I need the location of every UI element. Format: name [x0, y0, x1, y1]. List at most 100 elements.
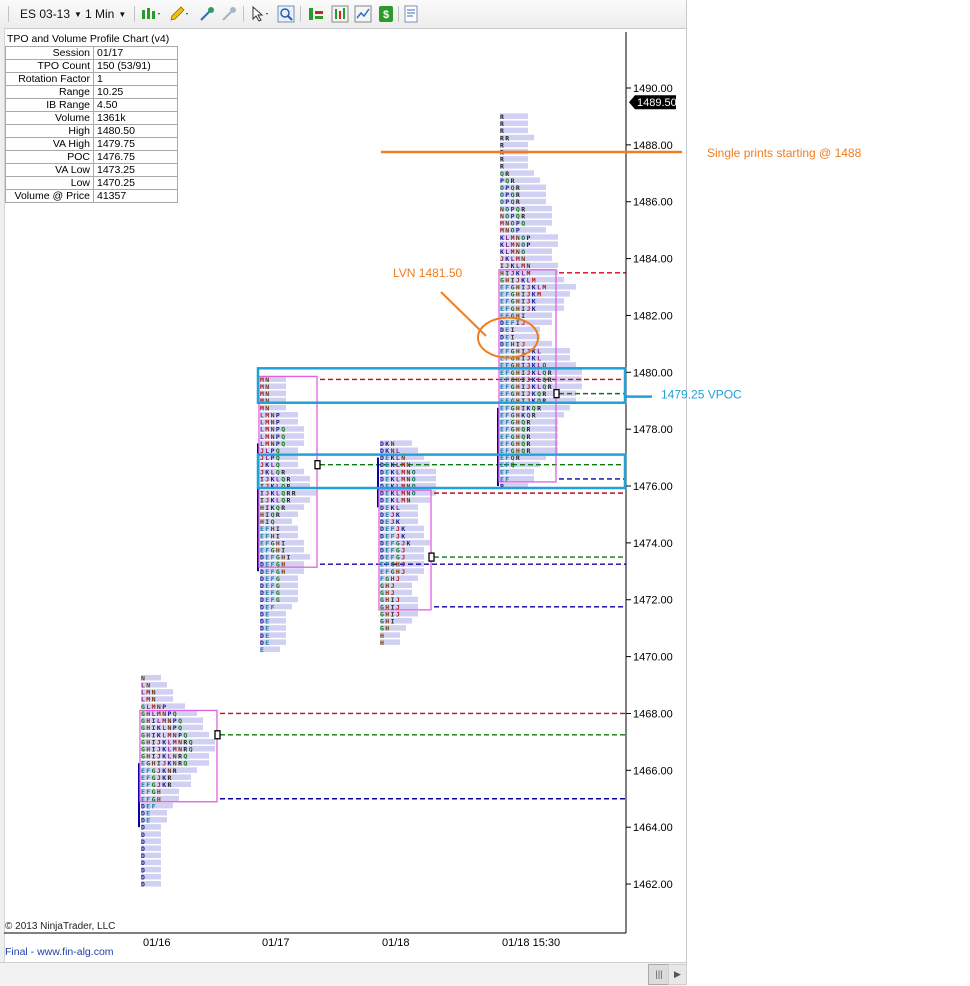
- tpo-letter: J: [162, 760, 166, 768]
- tpo-letter: D: [141, 881, 145, 889]
- tpo-letter: M: [265, 426, 269, 434]
- tpo-letter: G: [271, 546, 275, 554]
- tpo-letter: G: [511, 404, 515, 412]
- tpo-letter: I: [157, 760, 161, 768]
- info-label: Volume: [5, 111, 94, 125]
- tpo-letter: E: [385, 468, 389, 476]
- tpo-letter: L: [537, 355, 541, 363]
- tpo-letter: G: [511, 440, 515, 448]
- tpo-letter: F: [380, 575, 384, 583]
- tpo-letter: H: [516, 390, 520, 398]
- info-value: 1479.75: [93, 137, 178, 151]
- tpo-letter: H: [152, 760, 156, 768]
- tpo-letter: L: [505, 248, 509, 256]
- tpo-letter: K: [391, 490, 395, 498]
- tpo-letter: N: [168, 717, 172, 725]
- tpo-letter: H: [500, 269, 504, 277]
- last-price-label: 1489.50: [637, 97, 677, 109]
- tpo-letter: P: [511, 205, 515, 213]
- tpo-letter: N: [516, 241, 520, 249]
- tpo-letter: P: [168, 710, 172, 718]
- tpo-letter: D: [141, 817, 145, 825]
- tpo-letter: G: [141, 717, 145, 725]
- tpo-letter: H: [260, 504, 264, 512]
- tpo-letter: I: [521, 404, 525, 412]
- info-label: IB Range: [5, 98, 94, 112]
- tpo-letter: O: [521, 241, 525, 249]
- tpo-letter: L: [396, 468, 400, 476]
- tpo-letter: P: [527, 234, 531, 242]
- tpo-letter: H: [146, 738, 150, 746]
- tpo-letter: E: [265, 610, 269, 618]
- tpo-letter: R: [281, 504, 285, 512]
- tpo-letter: R: [500, 163, 504, 171]
- tpo-letter: J: [505, 262, 509, 270]
- tpo-letter: I: [260, 497, 264, 505]
- tpo-letter: J: [500, 255, 504, 263]
- tpo-letter: M: [260, 404, 264, 412]
- tpo-letter: N: [168, 724, 172, 732]
- y-tick-label: 1482.00: [633, 310, 673, 322]
- tpo-letter: K: [162, 767, 166, 775]
- tpo-letter: E: [265, 596, 269, 604]
- tpo-letter: M: [511, 241, 515, 249]
- y-tick-label: 1466.00: [633, 765, 673, 777]
- tpo-letter: O: [500, 191, 504, 199]
- tpo-letter: Q: [516, 205, 520, 213]
- tpo-letter: H: [516, 419, 520, 427]
- tpo-letter: E: [385, 490, 389, 498]
- single-prints-label: Single prints starting @ 1488: [707, 146, 862, 160]
- tpo-letter: Q: [281, 475, 285, 483]
- tpo-letter: F: [505, 305, 509, 313]
- tpo-letter: E: [260, 539, 264, 547]
- tpo-letter: E: [260, 646, 264, 654]
- poc-marker: [314, 460, 321, 470]
- horizontal-scrollbar[interactable]: ||| ▶: [0, 962, 687, 986]
- tpo-letter: D: [380, 554, 384, 562]
- tpo-letter: E: [141, 774, 145, 782]
- scroll-thumb[interactable]: |||: [648, 964, 670, 985]
- info-value: 10.25: [93, 85, 178, 99]
- tpo-letter: H: [516, 305, 520, 313]
- tpo-letter: H: [385, 625, 389, 633]
- annotation-layer: Single prints starting @ 1488 LVN 1481.50…: [256, 146, 862, 490]
- tpo-letter: M: [521, 262, 525, 270]
- tpo-letter: F: [505, 284, 509, 292]
- tpo-letter: R: [173, 767, 177, 775]
- tpo-letter: R: [516, 191, 520, 199]
- tpo-letter: R: [505, 170, 509, 178]
- tpo-letter: J: [527, 390, 531, 398]
- info-row: TPO Count 150 (53/91): [5, 59, 178, 73]
- tpo-letter: F: [391, 539, 395, 547]
- tpo-letter: G: [152, 795, 156, 803]
- tpo-letter: N: [157, 703, 161, 711]
- tpo-letter: G: [511, 411, 515, 419]
- tpo-letter: R: [183, 738, 187, 746]
- tpo-letter: R: [527, 419, 531, 427]
- tpo-letter: H: [511, 340, 515, 348]
- scroll-right-arrow-icon[interactable]: ▶: [668, 964, 687, 985]
- tpo-letter: P: [505, 198, 509, 206]
- tpo-letter: R: [511, 177, 515, 185]
- tpo-letter: I: [521, 397, 525, 405]
- volume-bar: [500, 141, 528, 148]
- tpo-letter: K: [532, 376, 536, 384]
- tpo-letter: I: [260, 483, 264, 491]
- tpo-letter: G: [511, 305, 515, 313]
- tpo-letter: H: [516, 411, 520, 419]
- tpo-letter: J: [527, 376, 531, 384]
- tpo-letter: K: [401, 525, 405, 533]
- tpo-letter: J: [260, 461, 264, 469]
- tpo-letter: H: [516, 383, 520, 391]
- tpo-letter: G: [141, 738, 145, 746]
- tpo-letter: E: [265, 625, 269, 633]
- info-row: IB Range 4.50: [5, 98, 178, 112]
- tpo-letter: J: [401, 561, 405, 569]
- tpo-letter: M: [401, 461, 405, 469]
- tpo-letter: D: [380, 483, 384, 491]
- info-label: VA High: [5, 137, 94, 151]
- volume-bar: [500, 127, 528, 134]
- tpo-letter: M: [401, 490, 405, 498]
- tpo-letter: G: [152, 774, 156, 782]
- tpo-letter: K: [500, 234, 504, 242]
